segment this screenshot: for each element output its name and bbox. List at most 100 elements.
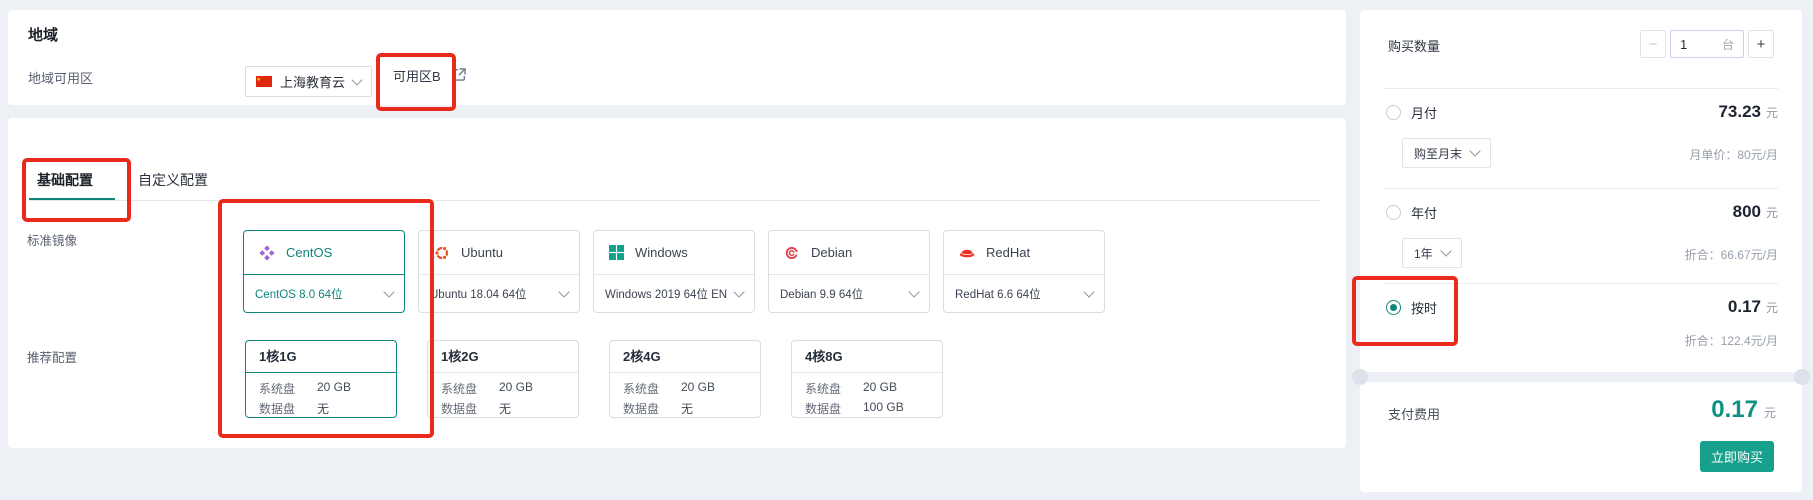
spec-card-4c8g[interactable]: 4核8G 系统盘 20 GB 数据盘 100 GB xyxy=(791,340,943,418)
image-version-value: Windows 2019 64位 EN xyxy=(605,286,727,302)
disk-label: 系统盘 xyxy=(805,380,863,397)
plan-hourly-radio[interactable] xyxy=(1386,300,1401,315)
disk-label: 系统盘 xyxy=(259,380,317,397)
chevron-down-icon xyxy=(733,286,744,297)
spec-data-disk-row: 数据盘 100 GB xyxy=(805,400,929,417)
image-version-select[interactable]: Debian 9.9 64位 xyxy=(769,275,929,312)
region-select[interactable]: 上海教育云 xyxy=(245,66,372,97)
disk-label: 系统盘 xyxy=(623,380,681,397)
disk-label: 数据盘 xyxy=(259,400,317,417)
plan-monthly-radio[interactable] xyxy=(1386,105,1401,120)
disk-label: 数据盘 xyxy=(805,400,863,417)
disk-value: 20 GB xyxy=(681,380,715,397)
image-version-select[interactable]: Windows 2019 64位 EN xyxy=(594,275,754,312)
plan-name: 年付 xyxy=(1411,203,1437,222)
image-card-ubuntu[interactable]: Ubuntu Ubuntu 18.04 64位 xyxy=(418,230,580,313)
divider xyxy=(1384,283,1778,284)
payment-amount-currency: 元 xyxy=(1764,404,1776,421)
image-card-debian[interactable]: Debian Debian 9.9 64位 xyxy=(768,230,930,313)
price-value: 73.23 xyxy=(1718,102,1761,122)
disk-label: 系统盘 xyxy=(441,380,499,397)
image-version-select[interactable]: CentOS 8.0 64位 xyxy=(244,275,404,312)
buy-now-button[interactable]: 立即购买 xyxy=(1700,441,1774,472)
image-version-value: RedHat 6.6 64位 xyxy=(955,286,1041,302)
spec-data-disk-row: 数据盘 无 xyxy=(259,400,383,417)
tab-basic-config[interactable]: 基础配置 xyxy=(37,170,93,190)
image-name: Ubuntu xyxy=(461,245,503,260)
disk-value: 无 xyxy=(317,400,329,417)
quantity-input[interactable]: 1 台 xyxy=(1670,30,1744,58)
disk-value: 20 GB xyxy=(317,380,351,397)
region-zone-label: 地域可用区 xyxy=(28,68,93,87)
price-value: 0.17 xyxy=(1728,297,1761,317)
price-currency: 元 xyxy=(1766,204,1778,221)
spec-data-disk-row: 数据盘 无 xyxy=(441,400,565,417)
spec-card-1c2g[interactable]: 1核2G 系统盘 20 GB 数据盘 无 xyxy=(427,340,579,418)
chevron-down-icon xyxy=(383,286,394,297)
image-name: CentOS xyxy=(286,245,332,260)
chevron-down-icon xyxy=(1469,145,1480,156)
disk-value: 无 xyxy=(499,400,511,417)
quantity-stepper: − 1 台 + xyxy=(1640,30,1774,58)
quantity-unit: 台 xyxy=(1722,36,1734,53)
tabs-divider xyxy=(29,200,1321,201)
disk-value: 无 xyxy=(681,400,693,417)
chevron-down-icon xyxy=(351,74,362,85)
divider xyxy=(1384,88,1778,89)
plan-yearly-duration-select[interactable]: 1年 xyxy=(1402,238,1462,268)
plan-yearly-radio[interactable] xyxy=(1386,205,1401,220)
quantity-minus-button[interactable]: − xyxy=(1640,30,1666,58)
plan-monthly-note: 月单价：80元/月 xyxy=(1689,146,1778,163)
image-card-centos[interactable]: CentOS CentOS 8.0 64位 xyxy=(243,230,405,313)
redhat-icon xyxy=(959,245,975,261)
spec-data-disk-row: 数据盘 无 xyxy=(623,400,747,417)
image-card-windows[interactable]: Windows Windows 2019 64位 EN xyxy=(593,230,755,313)
region-card: 地域 地域可用区 上海教育云 可用区B xyxy=(8,10,1346,105)
price-currency: 元 xyxy=(1766,299,1778,316)
image-name: Windows xyxy=(635,245,688,260)
region-title: 地域 xyxy=(28,24,58,45)
spec-card-1c1g[interactable]: 1核1G 系统盘 20 GB 数据盘 无 xyxy=(245,340,397,418)
disk-value: 100 GB xyxy=(863,400,904,417)
image-version-value: Debian 9.9 64位 xyxy=(780,286,863,302)
spec-system-disk-row: 系统盘 20 GB xyxy=(623,380,747,397)
disk-label: 数据盘 xyxy=(441,400,499,417)
image-name: RedHat xyxy=(986,245,1030,260)
plan-row-yearly: 年付 800 元 xyxy=(1386,202,1778,222)
divider xyxy=(1384,188,1778,189)
plan-monthly-duration-select[interactable]: 购至月末 xyxy=(1402,138,1491,168)
external-link-icon[interactable] xyxy=(452,67,467,82)
plan-yearly-note: 折合：66.67元/月 xyxy=(1685,246,1778,263)
image-card-redhat[interactable]: RedHat RedHat 6.6 64位 xyxy=(943,230,1105,313)
spec-system-disk-row: 系统盘 20 GB xyxy=(441,380,565,397)
image-row-label: 标准镜像 xyxy=(27,230,77,249)
purchase-page: 地域 地域可用区 上海教育云 可用区B 基础配置 自定义配置 标准镜像 推荐配置 xyxy=(0,0,1813,500)
plan-price: 0.17 元 xyxy=(1728,297,1778,317)
chevron-down-icon xyxy=(558,286,569,297)
spec-row-label: 推荐配置 xyxy=(27,347,77,366)
plan-name: 按时 xyxy=(1411,298,1437,317)
image-version-value: CentOS 8.0 64位 xyxy=(255,286,343,302)
availability-zone[interactable]: 可用区B xyxy=(393,66,441,85)
quantity-plus-button[interactable]: + xyxy=(1748,30,1774,58)
plan-price: 73.23 元 xyxy=(1718,102,1778,122)
disk-label: 数据盘 xyxy=(623,400,681,417)
quantity-label: 购买数量 xyxy=(1388,36,1440,55)
debian-icon xyxy=(784,245,800,261)
tab-custom-config[interactable]: 自定义配置 xyxy=(138,170,208,190)
image-version-select[interactable]: Ubuntu 18.04 64位 xyxy=(419,275,579,312)
spec-name: 1核2G xyxy=(428,341,578,373)
order-panel: 购买数量 − 1 台 + 月付 73.23 元 购至月末 月单价：80元/月 xyxy=(1360,10,1802,372)
disk-value: 20 GB xyxy=(499,380,533,397)
plan-row-monthly: 月付 73.23 元 xyxy=(1386,102,1778,122)
spec-card-2c4g[interactable]: 2核4G 系统盘 20 GB 数据盘 无 xyxy=(609,340,761,418)
price-value: 800 xyxy=(1733,202,1761,222)
plan-price: 800 元 xyxy=(1733,202,1778,222)
windows-icon xyxy=(609,245,624,260)
chevron-down-icon xyxy=(1440,245,1451,256)
spec-system-disk-row: 系统盘 20 GB xyxy=(259,380,383,397)
duration-value: 购至月末 xyxy=(1414,145,1462,162)
ubuntu-icon xyxy=(434,245,450,261)
image-version-select[interactable]: RedHat 6.6 64位 xyxy=(944,275,1104,312)
plan-row-hourly: 按时 0.17 元 xyxy=(1386,297,1778,317)
